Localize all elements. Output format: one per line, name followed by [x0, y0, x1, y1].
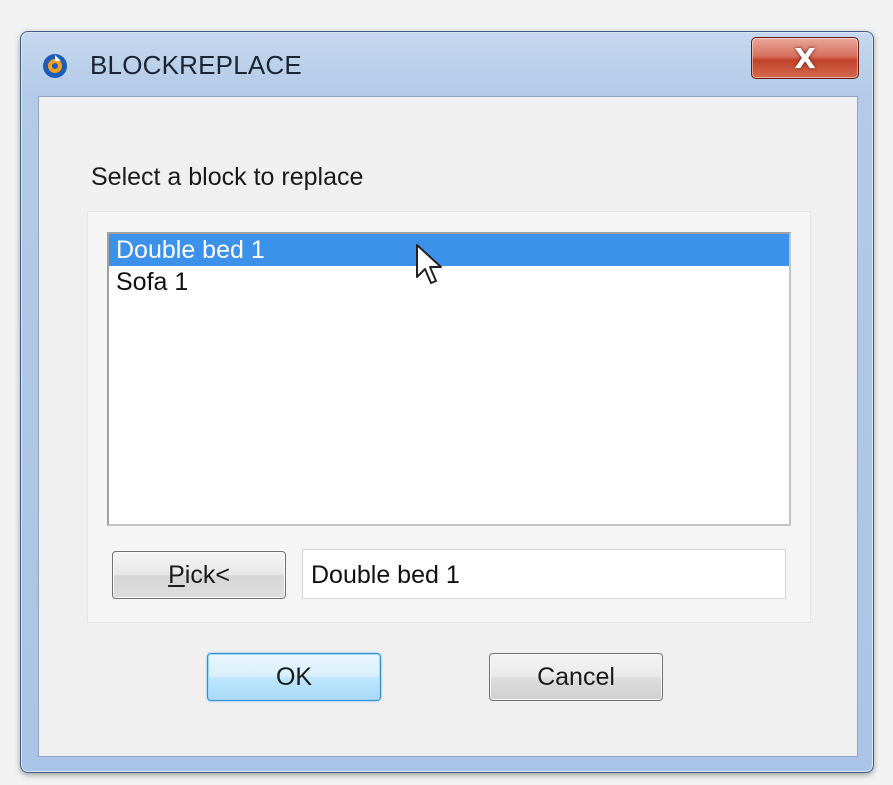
block-list[interactable]: Double bed 1 Sofa 1 — [107, 232, 791, 526]
app-logo-icon — [43, 54, 67, 78]
pick-button-accel: P — [168, 560, 185, 589]
ok-button[interactable]: OK — [207, 653, 381, 701]
prompt-label: Select a block to replace — [91, 163, 364, 191]
window-title: BLOCKREPLACE — [90, 50, 302, 80]
list-item-sofa-1[interactable]: Sofa 1 — [109, 266, 789, 298]
dialog-window: BLOCKREPLACE X Select a block to replace… — [20, 31, 874, 773]
dialog-body: Select a block to replace Double bed 1 S… — [38, 96, 858, 757]
cancel-button[interactable]: Cancel — [489, 653, 663, 701]
title-bar[interactable]: BLOCKREPLACE X — [21, 32, 873, 96]
pick-button-label: ick< — [184, 560, 230, 589]
arrow-pointer-icon — [416, 244, 442, 284]
selected-block-field[interactable]: Double bed 1 — [302, 549, 786, 599]
close-button[interactable]: X — [751, 37, 859, 79]
pick-button[interactable]: Pick< — [112, 551, 286, 599]
list-item-double-bed-1[interactable]: Double bed 1 — [109, 234, 789, 266]
close-icon: X — [794, 41, 816, 75]
